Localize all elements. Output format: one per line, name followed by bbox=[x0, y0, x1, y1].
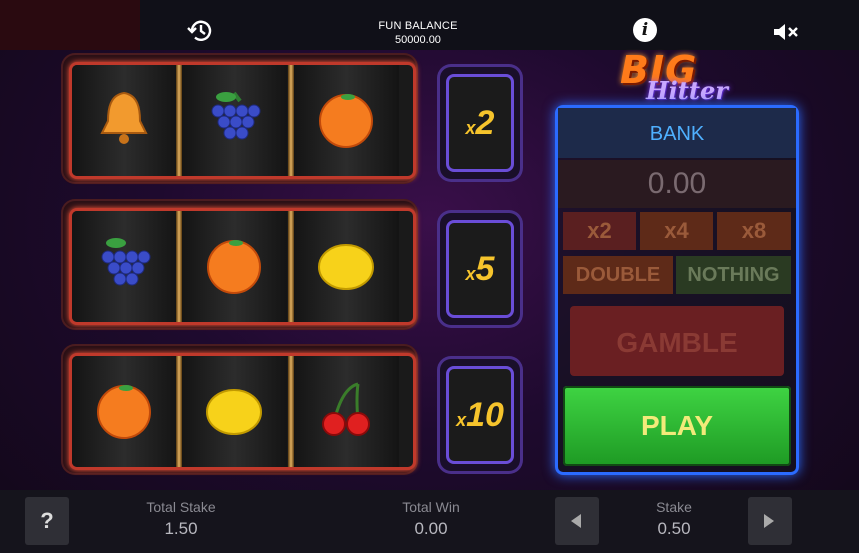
bank-title: BANK bbox=[558, 108, 796, 158]
stake-decrease-button[interactable] bbox=[555, 497, 599, 545]
multiplier-box-3: x10 bbox=[437, 356, 523, 474]
orange-symbol bbox=[319, 94, 373, 148]
balance-label: FUN BALANCE bbox=[378, 20, 458, 32]
reel-cell bbox=[182, 211, 287, 322]
bell-symbol bbox=[100, 91, 148, 144]
total-win-value: 0.00 bbox=[414, 519, 448, 538]
bank-amount: 0.00 bbox=[558, 160, 796, 208]
option-x4-button[interactable]: x4 bbox=[640, 212, 713, 250]
stake-label: Stake bbox=[656, 499, 692, 515]
reel-window bbox=[69, 208, 416, 325]
speaker-mute-icon[interactable] bbox=[773, 22, 799, 42]
reel-cell bbox=[72, 65, 177, 176]
stake-value: 0.50 bbox=[657, 519, 691, 538]
stake-increase-button[interactable] bbox=[748, 497, 792, 545]
reel-cell bbox=[182, 65, 287, 176]
option-x8-button[interactable]: x8 bbox=[717, 212, 791, 250]
multiplier-value: x10 bbox=[446, 366, 514, 464]
reel-row-3 bbox=[61, 344, 418, 475]
grapes-symbol bbox=[211, 91, 261, 140]
bank-panel: BANK 0.00 x2 x4 x8 DOUBLE NOTHING GAMBLE… bbox=[555, 105, 799, 475]
history-icon[interactable] bbox=[186, 17, 214, 45]
logo-hitter: Hitter bbox=[646, 76, 728, 105]
multiplier-box-2: x5 bbox=[437, 210, 523, 328]
reel-cell bbox=[72, 356, 177, 467]
total-win: Total Win 0.00 bbox=[380, 499, 482, 539]
reel-window bbox=[69, 353, 416, 470]
help-icon[interactable]: ? bbox=[25, 497, 69, 545]
reel-cell bbox=[72, 211, 177, 322]
reel-row-2 bbox=[61, 199, 418, 330]
total-stake-value: 1.50 bbox=[164, 519, 198, 538]
reel-cell bbox=[294, 356, 399, 467]
balance-value: 50000.00 bbox=[395, 34, 441, 46]
multiplier-value: x5 bbox=[446, 220, 514, 318]
lemon-symbol bbox=[206, 389, 262, 435]
reel-row-1 bbox=[61, 53, 418, 184]
cherries-symbol bbox=[322, 382, 370, 436]
total-win-label: Total Win bbox=[402, 499, 460, 515]
chevron-right-icon bbox=[764, 514, 774, 528]
game-logo: BIG Hitter bbox=[618, 48, 748, 105]
nothing-button[interactable]: NOTHING bbox=[676, 256, 791, 294]
stake: Stake 0.50 bbox=[623, 499, 725, 539]
multiplier-box-1: x2 bbox=[437, 64, 523, 182]
grapes-symbol bbox=[101, 238, 151, 286]
double-button[interactable]: DOUBLE bbox=[563, 256, 673, 294]
option-x2-button[interactable]: x2 bbox=[563, 212, 636, 250]
lemon-symbol bbox=[318, 244, 374, 290]
total-stake-label: Total Stake bbox=[146, 499, 216, 515]
reel-cell bbox=[294, 65, 399, 176]
reel-cell bbox=[294, 211, 399, 322]
reel-cell bbox=[182, 356, 287, 467]
orange-symbol bbox=[207, 240, 261, 294]
info-icon[interactable]: i bbox=[633, 18, 657, 42]
fun-balance: FUN BALANCE 50000.00 bbox=[360, 20, 476, 46]
orange-symbol bbox=[97, 385, 151, 439]
play-button[interactable]: PLAY bbox=[563, 386, 791, 466]
chevron-left-icon bbox=[571, 514, 581, 528]
reel-window bbox=[69, 62, 416, 179]
background-decoration bbox=[0, 0, 140, 50]
total-stake: Total Stake 1.50 bbox=[130, 499, 232, 539]
gamble-button[interactable]: GAMBLE bbox=[570, 306, 784, 376]
multiplier-value: x2 bbox=[446, 74, 514, 172]
